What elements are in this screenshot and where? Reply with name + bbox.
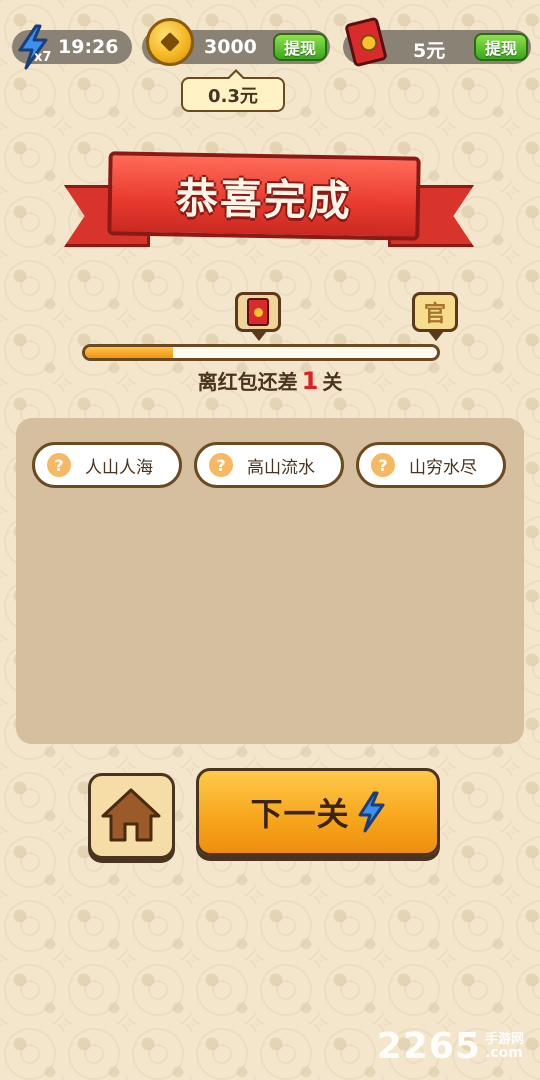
coin-withdraw-button[interactable]: 提现 bbox=[273, 33, 327, 61]
house-icon bbox=[101, 788, 161, 842]
red-packet-icon bbox=[344, 16, 388, 68]
progress-caption: 离红包还差 1 关 bbox=[0, 366, 540, 395]
official-badge-icon: 官 bbox=[412, 292, 458, 341]
red-packet-withdraw-button[interactable]: 提现 bbox=[474, 33, 528, 61]
levels-remaining: 1 bbox=[301, 367, 319, 395]
red-packet-milestone-icon bbox=[235, 292, 281, 341]
energy-counter[interactable]: x7 19:26 bbox=[12, 24, 132, 70]
gold-coin-icon bbox=[146, 18, 194, 66]
question-hint-icon: ? bbox=[209, 453, 233, 477]
next-level-label: 下一关 bbox=[250, 795, 350, 833]
idiom-text: 人山人海 bbox=[85, 457, 153, 478]
congrats-title: 恭喜完成 bbox=[175, 172, 353, 226]
idiom-text: 高山流水 bbox=[247, 457, 315, 478]
red-packet-amount: 5元 bbox=[413, 40, 446, 62]
level-progress-bar bbox=[82, 344, 440, 361]
energy-refill-timer: 19:26 bbox=[58, 36, 119, 58]
site-watermark: 2265 手游网 .com bbox=[376, 1025, 524, 1067]
home-button[interactable] bbox=[88, 773, 175, 859]
progress-prefix: 离红包还差 bbox=[197, 370, 298, 394]
question-hint-icon: ? bbox=[47, 453, 71, 477]
progress-suffix: 关 bbox=[322, 370, 343, 394]
question-hint-icon: ? bbox=[371, 453, 395, 477]
coin-amount: 3000 bbox=[204, 36, 257, 58]
idiom-chip[interactable]: ? 高山流水 bbox=[194, 442, 344, 488]
idiom-chip[interactable]: ? 山穷水尽 bbox=[356, 442, 506, 488]
energy-multiplier: x7 bbox=[34, 50, 52, 65]
lightning-bolt-icon bbox=[358, 791, 384, 833]
idiom-chip[interactable]: ? 人山人海 bbox=[32, 442, 182, 488]
red-packet-balance: 5元 提现 bbox=[343, 16, 531, 68]
coin-value-tooltip: 0.3元 bbox=[181, 69, 285, 112]
watermark-cn: 手游网 bbox=[484, 1031, 524, 1047]
idiom-text: 山穷水尽 bbox=[409, 457, 477, 478]
watermark-number: 2265 bbox=[376, 1025, 481, 1067]
next-level-button[interactable]: 下一关 bbox=[196, 768, 440, 856]
idiom-answer-panel: ? 人山人海 ? 高山流水 ? 山穷水尽 bbox=[16, 418, 524, 744]
watermark-suffix: .com bbox=[484, 1044, 523, 1061]
coin-balance: 3000 提现 bbox=[142, 18, 330, 66]
congrats-ribbon: 恭喜完成 bbox=[107, 151, 421, 241]
level-progress-fill bbox=[85, 347, 173, 358]
